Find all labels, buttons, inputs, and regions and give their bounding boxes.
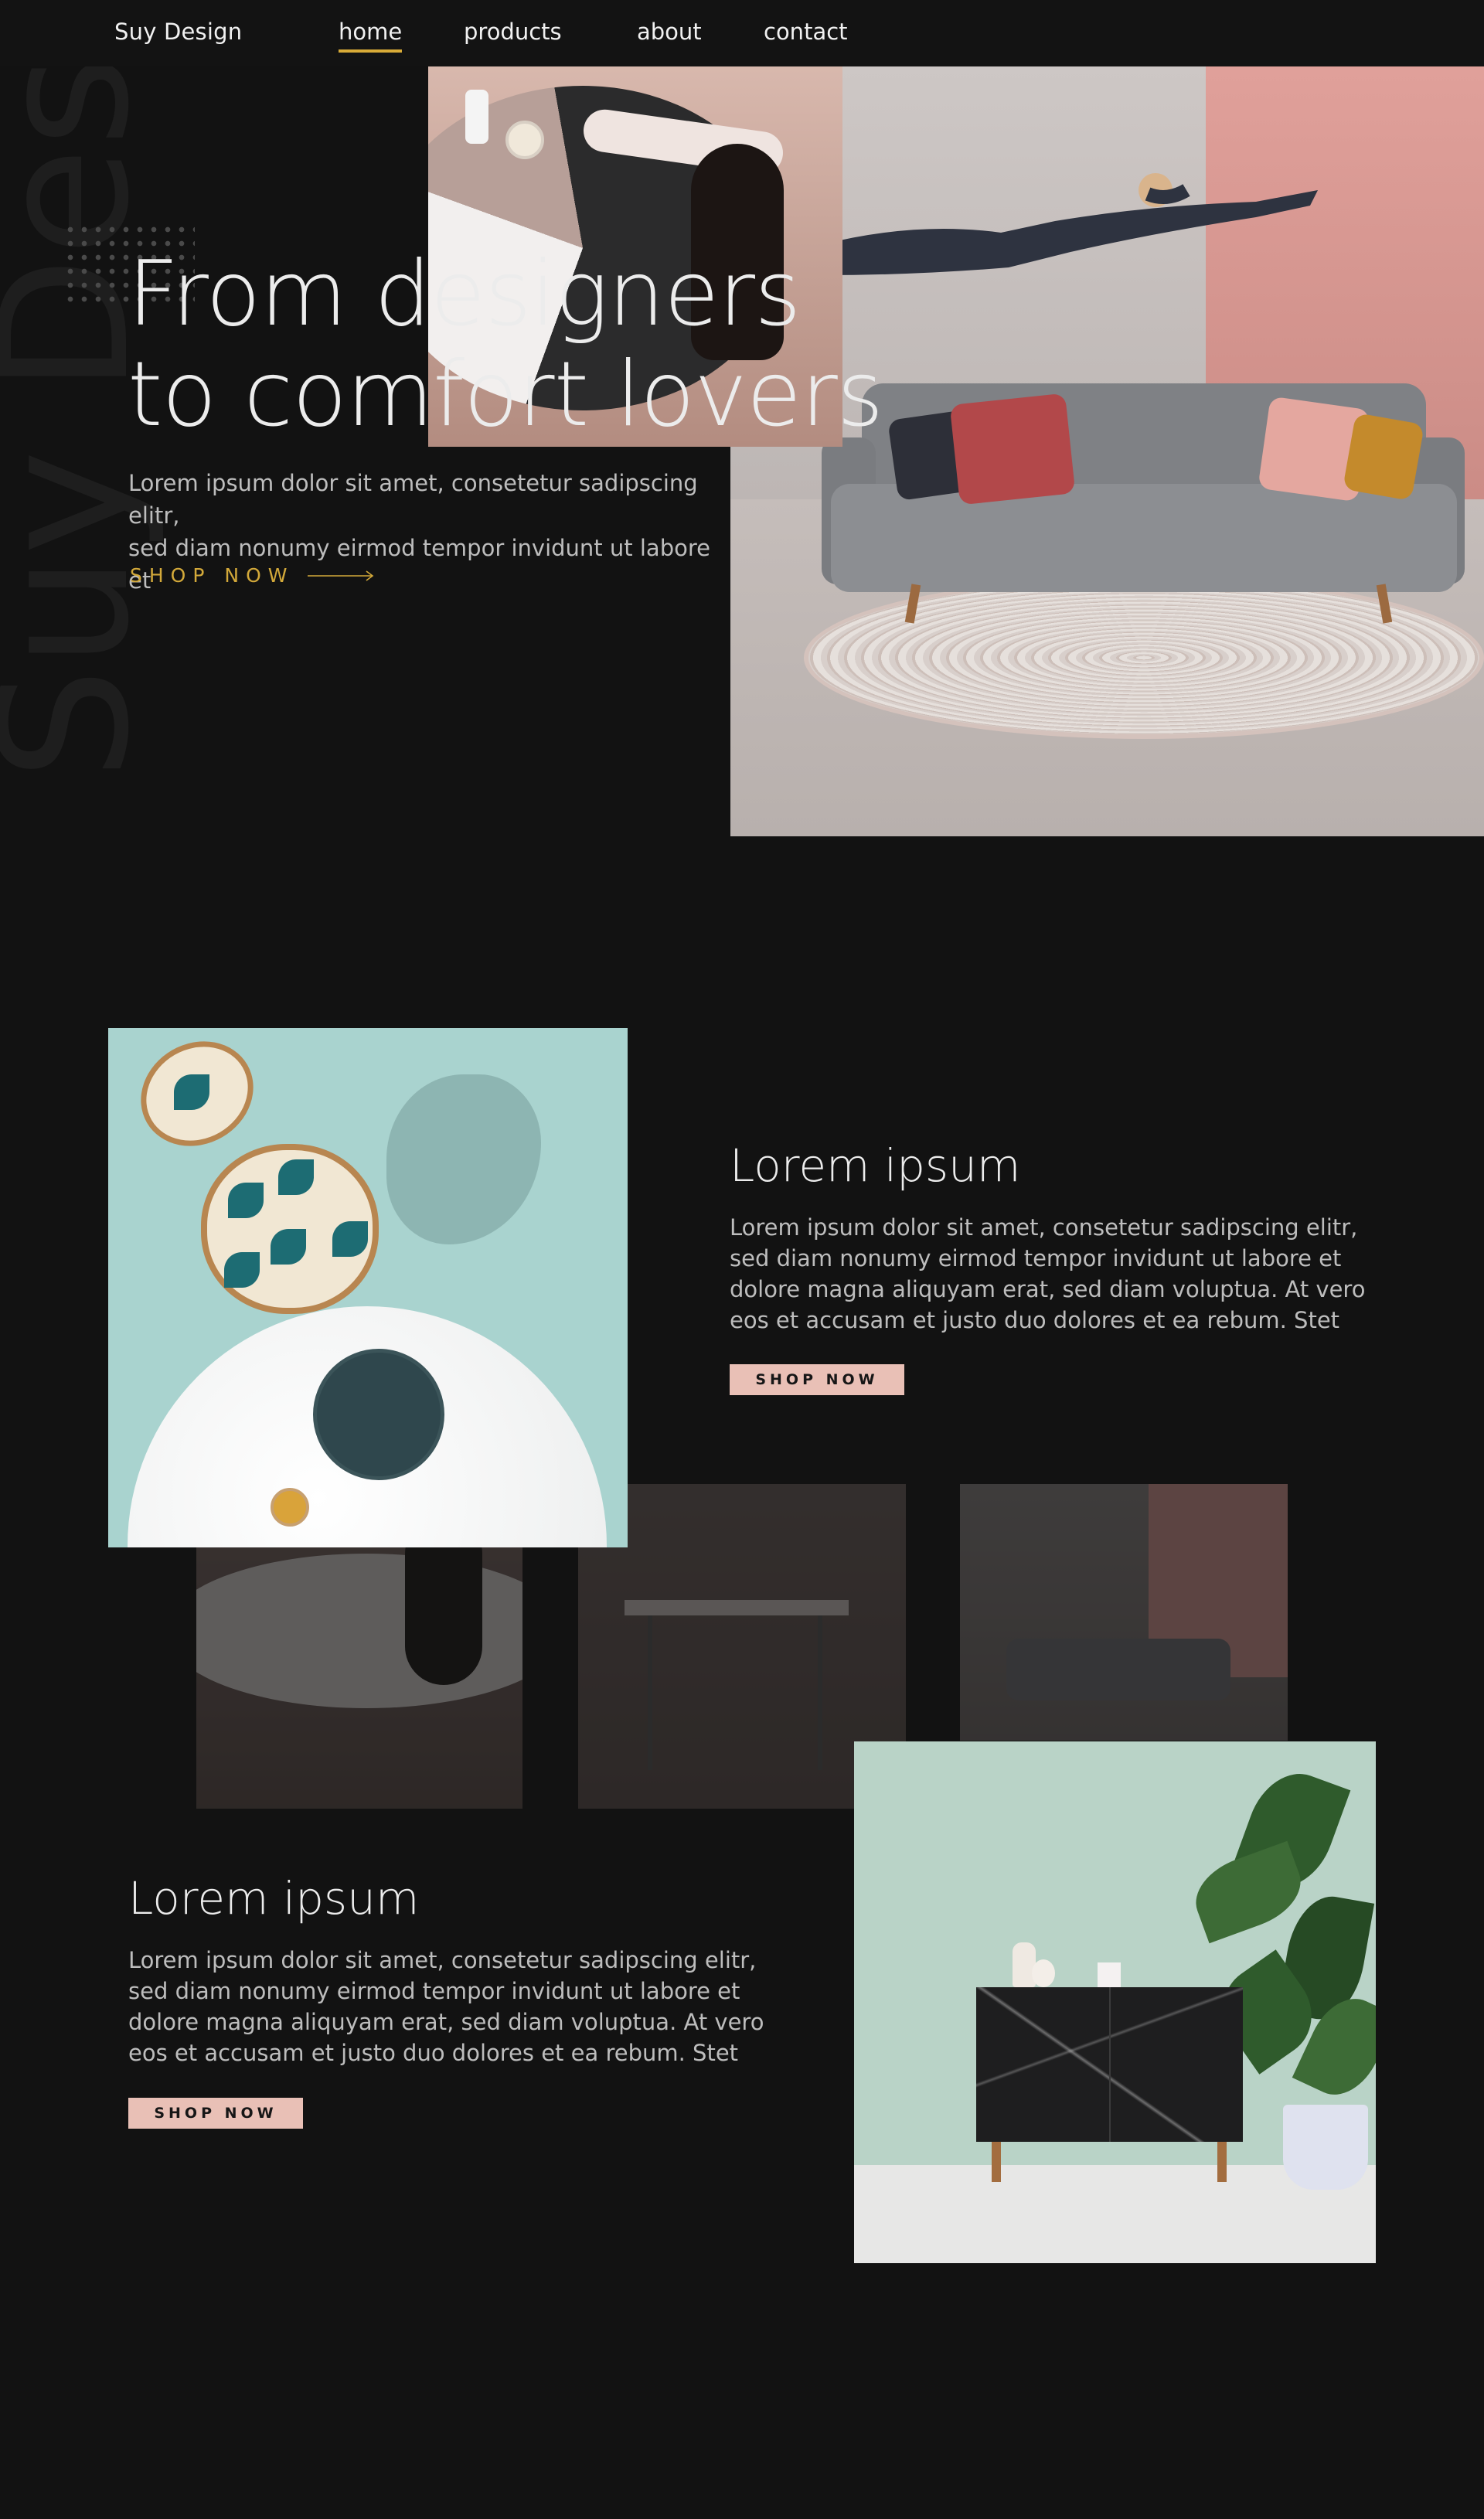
nav-link-home[interactable]: home [339, 19, 403, 53]
hero-title-line-1: From designers [128, 242, 802, 346]
section-3-body: Lorem ipsum dolor sit amet, consetetur s… [128, 1947, 764, 2066]
cabinet-plant-image [854, 1741, 1376, 2263]
chair-table-image [108, 1028, 628, 1547]
brand-logo[interactable]: Suy Design [114, 19, 242, 45]
hero-shop-now-link[interactable]: SHOP NOW [130, 564, 374, 587]
section-2-shop-now-button[interactable]: SHOP NOW [730, 1364, 904, 1395]
hero-subtitle-line-1: Lorem ipsum dolor sit amet, consetetur s… [128, 470, 698, 529]
section-3-shop-now-button[interactable]: SHOP NOW [128, 2098, 303, 2129]
section-2-body: Lorem ipsum dolor sit amet, consetetur s… [730, 1214, 1366, 1333]
top-nav: Suy Design home products about contact [0, 0, 1484, 66]
hero-title: From designers to comfort lovers [128, 244, 883, 445]
landing-page: Suy Design home products about contact S… [0, 0, 1484, 2519]
flying-person-figure [823, 173, 1318, 275]
nav-link-about[interactable]: about [637, 19, 702, 45]
hero-title-line-2: to comfort lovers [128, 342, 883, 447]
hero-image-sofa [730, 66, 1484, 836]
section-3-title: Lorem ipsum [128, 1872, 420, 1925]
nav-link-contact[interactable]: contact [764, 19, 848, 45]
nav-link-products[interactable]: products [464, 19, 562, 45]
section-2-title: Lorem ipsum [730, 1139, 1021, 1192]
arrow-right-icon [308, 570, 374, 581]
gallery-thumb-sofa[interactable] [960, 1484, 1288, 1741]
hero-shop-now-label: SHOP NOW [130, 564, 294, 587]
